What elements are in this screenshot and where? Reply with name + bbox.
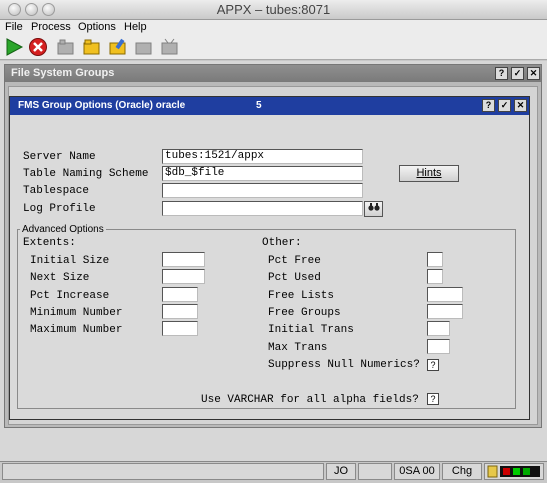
- help-icon[interactable]: ?: [495, 67, 508, 80]
- other-label-free-groups: Free Groups: [268, 307, 341, 319]
- tablespace-label: Tablespace: [23, 185, 90, 197]
- hints-button-label: Hints: [416, 167, 442, 179]
- suppress-null-numerics-label: Suppress Null Numerics?: [268, 359, 420, 371]
- free-groups-input[interactable]: [427, 304, 463, 319]
- varchar-label: Use VARCHAR for all alpha fields?: [201, 394, 419, 406]
- other-label-max-trans: Max Trans: [268, 342, 328, 354]
- dialog-ok-icon[interactable]: ✓: [498, 99, 511, 112]
- folder-disabled-icon-2[interactable]: [134, 37, 154, 57]
- menu-process[interactable]: Process: [31, 21, 71, 33]
- status-mode: Chg: [442, 463, 482, 480]
- menu-help[interactable]: Help: [124, 21, 147, 33]
- other-label-pct-free: Pct Free: [268, 255, 321, 267]
- fs-window-title: File System Groups ? ✓ ✕: [5, 65, 541, 82]
- log-profile-lookup-button[interactable]: [364, 201, 383, 217]
- other-label: Other:: [262, 237, 302, 249]
- toolbar: [0, 35, 547, 60]
- menu-file[interactable]: File: [5, 21, 23, 33]
- fs-window-title-text: File System Groups: [11, 67, 115, 79]
- pct-used-input[interactable]: [427, 269, 443, 284]
- tablespace-input[interactable]: [162, 183, 363, 198]
- pct-free-input[interactable]: [427, 252, 443, 267]
- status-message-cell: [2, 463, 324, 480]
- initial-size-input[interactable]: [162, 252, 205, 267]
- next-size-input[interactable]: [162, 269, 205, 284]
- other-label-free-lists: Free Lists: [268, 290, 335, 302]
- extent-label-next-size: Next Size: [30, 272, 90, 284]
- pct-increase-input[interactable]: [162, 287, 198, 302]
- hints-button[interactable]: Hints: [399, 165, 459, 182]
- log-profile-label: Log Profile: [23, 203, 96, 215]
- other-label-initial-trans: Initial Trans: [268, 324, 354, 336]
- dialog-number: 5: [256, 100, 262, 111]
- extent-label-maximum-number: Maximum Number: [30, 324, 123, 336]
- folder-disabled-icon-3[interactable]: [160, 37, 180, 57]
- suppress-null-numerics-checkbox[interactable]: ?: [427, 359, 439, 371]
- extent-label-initial-size: Initial Size: [30, 255, 110, 267]
- table-naming-label: Table Naming Scheme: [23, 168, 149, 180]
- max-trans-input[interactable]: [427, 339, 450, 354]
- folder-disabled-icon[interactable]: [56, 37, 76, 57]
- zoom-window-icon[interactable]: [42, 3, 55, 16]
- connection-status-icon: [487, 465, 540, 478]
- log-profile-input[interactable]: [162, 201, 363, 216]
- extent-label-minimum-number: Minimum Number: [30, 307, 123, 319]
- status-app: 0SA 00: [394, 463, 440, 480]
- close-icon[interactable]: ✕: [527, 67, 540, 80]
- extent-label-pct-increase: Pct Increase: [30, 290, 110, 302]
- status-bar: JO 0SA 00 Chg: [0, 461, 547, 480]
- maximum-number-input[interactable]: [162, 321, 198, 336]
- status-user: JO: [326, 463, 356, 480]
- free-lists-input[interactable]: [427, 287, 463, 302]
- server-name-input[interactable]: tubes:1521/appx: [162, 149, 363, 164]
- menu-bar: File Process Options Help: [0, 20, 547, 35]
- initial-trans-input[interactable]: [427, 321, 450, 336]
- advanced-options-label: Advanced Options: [20, 224, 106, 235]
- folder-edit-icon[interactable]: [108, 37, 128, 57]
- other-label-pct-used: Pct Used: [268, 272, 321, 284]
- ok-check-icon[interactable]: ✓: [511, 67, 524, 80]
- minimum-number-input[interactable]: [162, 304, 198, 319]
- window-title: APPX – tubes:8071: [216, 2, 331, 17]
- status-blank-cell: [358, 463, 392, 480]
- menu-options[interactable]: Options: [78, 21, 116, 33]
- status-indicator-cell: [484, 463, 544, 480]
- extents-label: Extents:: [23, 237, 76, 249]
- server-name-label: Server Name: [23, 151, 96, 163]
- window-titlebar: APPX – tubes:8071: [0, 0, 547, 20]
- run-icon[interactable]: [4, 37, 24, 57]
- varchar-checkbox[interactable]: ?: [427, 393, 439, 405]
- open-folder-icon[interactable]: [82, 37, 102, 57]
- minimize-window-icon[interactable]: [25, 3, 38, 16]
- cancel-icon[interactable]: [28, 37, 48, 57]
- dialog-help-icon[interactable]: ?: [482, 99, 495, 112]
- dialog-close-icon[interactable]: ✕: [514, 99, 527, 112]
- table-naming-input[interactable]: $db_$file: [162, 166, 363, 181]
- dialog-title-text: FMS Group Options (Oracle) oracle: [18, 100, 186, 111]
- close-window-icon[interactable]: [8, 3, 21, 16]
- binoculars-icon: [367, 203, 380, 211]
- dialog-title: FMS Group Options (Oracle) oracle 5 ? ✓ …: [10, 97, 529, 115]
